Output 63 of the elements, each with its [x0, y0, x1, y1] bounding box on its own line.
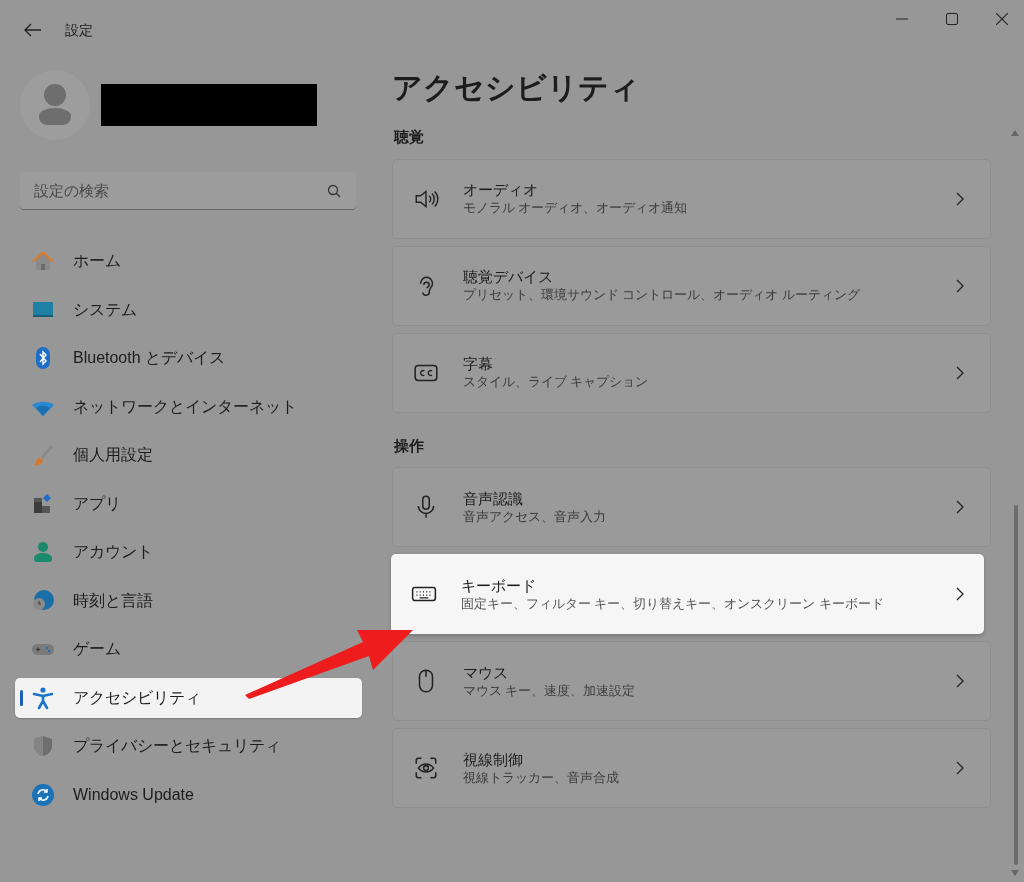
nav-item[interactable]: アプリ	[15, 483, 362, 524]
accessibility-icon	[31, 685, 55, 710]
settings-card[interactable]: 字幕 スタイル、ライブ キャプション	[392, 332, 991, 413]
search-field[interactable]: 設定の検索	[20, 172, 356, 210]
settings-card[interactable]: 聴覚デバイス プリセット、環境サウンド コントロール、オーディオ ルーティング	[392, 245, 991, 326]
nav-item[interactable]: Windows Update	[15, 774, 362, 815]
nav-item[interactable]: アカウント	[15, 532, 362, 572]
chevron-right-icon	[956, 278, 964, 293]
card-subtitle: 視線トラッカー、音声合成	[463, 769, 620, 787]
nav-item[interactable]: プライバシーとセキュリティ	[15, 726, 362, 766]
card-subtitle: プリセット、環境サウンド コントロール、オーディオ ルーティング	[463, 287, 861, 304]
card-subtitle: スタイル、ライブ キャプション	[463, 374, 650, 391]
settings-card[interactable]: マウス マウス キー、速度、加速設定	[392, 641, 991, 721]
chevron-right-icon	[956, 500, 964, 514]
home-icon	[31, 249, 55, 273]
window-title: 設定	[65, 20, 93, 40]
card-subtitle: 固定キー、フィルター キー、切り替えキー、オンスクリーン キーボード	[461, 595, 885, 613]
page-title: アクセシビリティ	[392, 70, 641, 106]
settings-card[interactable]: オーディオ モノラル オーディオ、オーディオ通知	[392, 158, 991, 239]
close-icon[interactable]	[996, 13, 1008, 25]
minimize-icon[interactable]	[896, 18, 908, 20]
nav-item[interactable]: ゲーム	[15, 629, 362, 669]
nav-item[interactable]: 個人用設定	[15, 435, 362, 475]
section-heading: 聴覚	[394, 127, 425, 147]
card-title: 字幕	[463, 354, 494, 374]
card-title: 視線制御	[463, 749, 524, 770]
settings-card[interactable]: キーボード 固定キー、フィルター キー、切り替えキー、オンスクリーン キーボード	[391, 554, 984, 634]
chevron-right-icon	[956, 587, 964, 601]
eye-icon	[413, 755, 439, 781]
card-title: 音声認識	[463, 488, 524, 509]
nav-item[interactable]: ネットワークとインターネット	[15, 386, 362, 427]
card-subtitle: 音声アクセス、音声入力	[463, 508, 607, 526]
card-title: キーボード	[461, 575, 537, 596]
settings-card[interactable]: 視線制御 視線トラッカー、音声合成	[392, 728, 991, 808]
card-subtitle: マウス キー、速度、加速設定	[463, 682, 637, 700]
search-icon	[327, 184, 341, 198]
nav-item[interactable]: 時刻と言語	[15, 580, 362, 621]
settings-card[interactable]: 音声認識 音声アクセス、音声入力	[392, 467, 991, 547]
nav-item[interactable]: Bluetooth とデバイス	[15, 338, 362, 378]
maximize-icon[interactable]	[946, 13, 958, 25]
time-icon	[31, 588, 55, 613]
chevron-right-icon	[956, 674, 964, 688]
account-icon	[31, 540, 55, 564]
nav-item[interactable]: システム	[15, 289, 362, 330]
selection-indicator	[20, 689, 23, 706]
scroll-down-icon[interactable]	[1011, 870, 1019, 876]
scroll-up-icon[interactable]	[1011, 130, 1019, 136]
shield-icon	[31, 734, 55, 758]
brush-icon	[31, 443, 55, 467]
section-heading: 操作	[394, 435, 425, 456]
card-title: オーディオ	[463, 180, 539, 200]
card-subtitle: モノラル オーディオ、オーディオ通知	[463, 200, 689, 217]
back-arrow-icon[interactable]	[24, 23, 42, 37]
chevron-right-icon	[956, 365, 964, 380]
card-title: マウス	[463, 662, 509, 683]
nav-item[interactable]: ホーム	[15, 241, 362, 281]
person-icon	[37, 84, 73, 126]
scrollbar-thumb[interactable]	[1014, 505, 1018, 865]
card-title: 聴覚デバイス	[463, 267, 554, 287]
update-icon	[31, 782, 55, 807]
chevron-right-icon	[956, 191, 964, 206]
nav-item[interactable]: アクセシビリティ	[15, 677, 362, 718]
chevron-right-icon	[956, 761, 964, 775]
